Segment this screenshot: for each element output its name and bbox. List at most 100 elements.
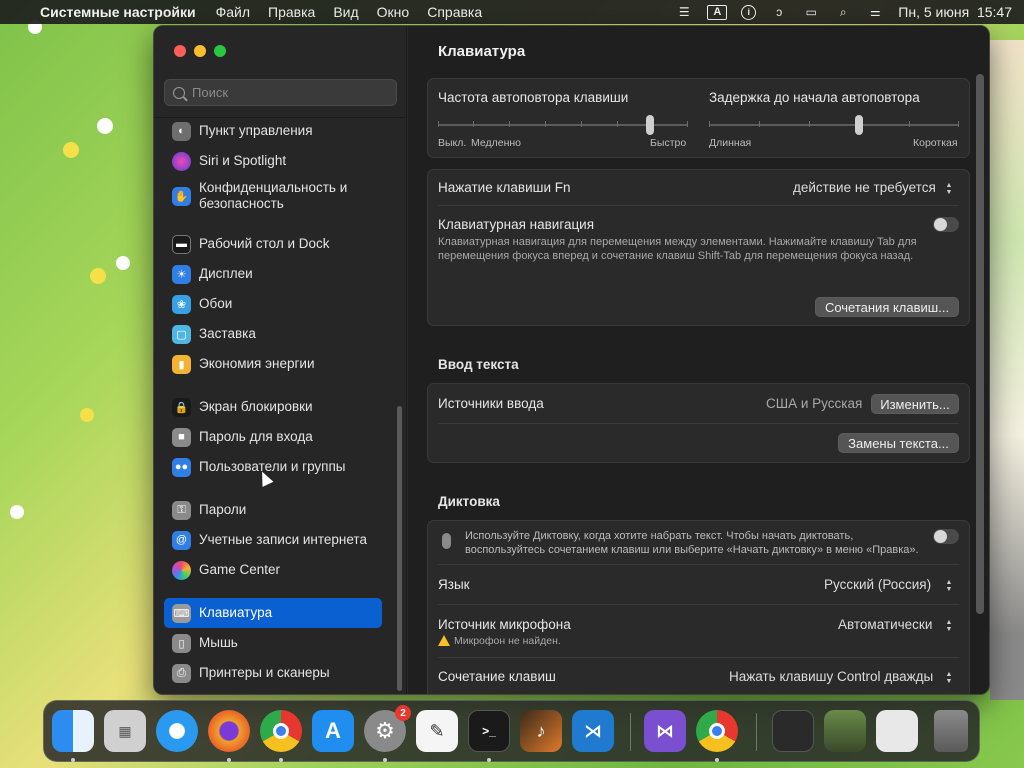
chevron-up-down-icon[interactable]: ▲ ▼ [944, 578, 954, 594]
sidebar-item-wallpaper[interactable]: ❀ Обои [164, 289, 382, 319]
input-sources-value: США и Русская [766, 396, 863, 411]
battery-icon: ▮ [172, 354, 191, 374]
menu-window[interactable]: Окно [377, 4, 410, 20]
safari-icon[interactable] [156, 710, 198, 752]
content-scrollbar[interactable] [976, 74, 984, 614]
sidebar-item-energy[interactable]: ▮ Экономия энергии [164, 349, 382, 379]
textedit-icon[interactable]: ✎ [416, 710, 458, 752]
vscode-icon[interactable]: ⋊ [572, 710, 614, 752]
stage-manager-icon[interactable]: ☰ [675, 5, 693, 19]
dock-separator [630, 713, 631, 751]
menu-app-name[interactable]: Системные настройки [40, 4, 196, 20]
chevron-up-down-icon[interactable]: ▲ ▼ [944, 670, 954, 686]
repeat-settings-panel: Частота автоповтора клавиши Выкл. Медлен… [427, 78, 970, 158]
input-source-icon[interactable]: A [707, 4, 728, 20]
dictation-language-popup[interactable]: Русский (Россия) [824, 577, 931, 592]
app-store-icon[interactable]: A [312, 710, 354, 752]
display-icon: ☀ [172, 264, 191, 284]
chevron-up-down-icon[interactable]: ▲ ▼ [944, 618, 954, 634]
control-center-menu-icon[interactable]: ⚌ [866, 5, 884, 19]
page-title: Клавиатура [438, 43, 526, 60]
sidebar-item-label: Принтеры и сканеры [199, 665, 330, 680]
sidebar-item-login-password[interactable]: ■ Пароль для входа [164, 422, 382, 452]
sidebar-item-control-center[interactable]: ◐ Пункт управления [164, 116, 382, 146]
chrome-icon[interactable] [696, 710, 738, 752]
text-replacements-button[interactable]: Замены текста... [838, 433, 959, 453]
garageband-icon[interactable]: ♪ [520, 710, 562, 752]
minimized-window-thumbnail[interactable] [876, 710, 918, 752]
notification-badge: 2 [395, 705, 411, 721]
sidebar-scrollbar[interactable] [397, 406, 402, 691]
launchpad-icon[interactable]: ▦ [104, 710, 146, 752]
sidebar-item-printers[interactable]: ⎙ Принтеры и сканеры [164, 658, 382, 688]
sidebar-item-label: Заставка [199, 326, 256, 341]
row-divider [438, 657, 959, 658]
row-divider [438, 205, 959, 206]
menu-help[interactable]: Справка [427, 4, 482, 20]
repeat-delay-slider-knob[interactable] [855, 115, 863, 135]
terminal-icon[interactable]: >_ [468, 710, 510, 752]
minimize-button[interactable] [194, 45, 206, 57]
chrome-icon[interactable] [260, 710, 302, 752]
search-input[interactable] [192, 85, 382, 100]
row-divider [438, 604, 959, 605]
sidebar-item-passwords[interactable]: ⚿ Пароли [164, 495, 382, 525]
menu-bar: Системные настройки Файл Правка Вид Окно… [0, 0, 1024, 24]
sidebar-item-lock-screen[interactable]: 🔒 Экран блокировки [164, 392, 382, 422]
chevron-up-down-icon[interactable]: ▲ ▼ [944, 181, 954, 197]
screen-mirroring-icon[interactable]: ▭ [802, 5, 820, 19]
finder-icon[interactable] [52, 710, 94, 752]
spotlight-search-icon[interactable]: ⌕ [834, 5, 852, 19]
minimized-window-thumbnail[interactable] [824, 710, 866, 752]
key-repeat-slider-knob[interactable] [646, 115, 654, 135]
sidebar-item-label: Дисплеи [199, 266, 253, 281]
running-indicator [383, 758, 387, 762]
trash-icon[interactable] [934, 710, 968, 752]
sidebar-item-label: Пользователи и группы [199, 459, 346, 474]
close-button[interactable] [174, 45, 186, 57]
edit-input-sources-button[interactable]: Изменить... [871, 394, 959, 414]
fn-key-label: Нажатие клавиши Fn [438, 180, 571, 195]
sidebar-item-game-center[interactable]: Game Center [164, 555, 382, 585]
siri-icon [172, 151, 191, 171]
keyboard-navigation-toggle[interactable] [933, 217, 959, 232]
accessibility-icon[interactable]: i [741, 4, 757, 20]
hearing-icon[interactable]: ↄ [770, 5, 788, 19]
sidebar-item-privacy[interactable]: ✋ Конфиденциальность и безопасность [164, 178, 382, 214]
menu-clock[interactable]: Пн, 5 июня 15:47 [898, 4, 1012, 20]
sidebar-item-label: Экономия энергии [199, 356, 315, 371]
sidebar-item-label: Рабочий стол и Dock [199, 236, 330, 251]
system-settings-window: ◐ Пункт управления Siri и Spotlight ✋ Ко… [153, 25, 990, 695]
text-input-panel: Источники ввода США и Русская Изменить..… [427, 383, 970, 463]
sidebar-item-siri-spotlight[interactable]: Siri и Spotlight [164, 146, 382, 176]
sidebar-item-desktop-dock[interactable]: ▬ Рабочий стол и Dock [164, 229, 382, 259]
sidebar-item-displays[interactable]: ☀ Дисплеи [164, 259, 382, 289]
fn-key-popup[interactable]: действие не требуется [793, 180, 936, 195]
sidebar-item-keyboard[interactable]: ⌨ Клавиатура [164, 598, 382, 628]
sidebar-item-users-groups[interactable]: ●● Пользователи и группы [164, 452, 382, 482]
zoom-button[interactable] [214, 45, 226, 57]
visual-studio-icon[interactable]: ⋈ [644, 710, 686, 752]
desktop-dock-icon: ▬ [172, 234, 191, 254]
menu-edit[interactable]: Правка [268, 4, 315, 20]
dictation-panel: Используйте Диктовку, когда хотите набра… [427, 520, 970, 694]
sidebar-item-mouse[interactable]: ▯ Мышь [164, 628, 382, 658]
firefox-icon[interactable] [208, 710, 250, 752]
menu-file[interactable]: Файл [216, 4, 250, 20]
keyboard-shortcuts-button[interactable]: Сочетания клавиш... [815, 297, 959, 317]
dictation-shortcut-popup[interactable]: Нажать клавишу Control дважды [729, 669, 933, 684]
sidebar-item-label: Конфиденциальность и безопасность [199, 180, 348, 211]
slider-tick [438, 121, 439, 127]
microphone-source-popup[interactable]: Автоматически [838, 617, 932, 632]
key-repeat-slow-label: Медленно [471, 137, 522, 149]
slider-tick [581, 121, 582, 127]
menu-view[interactable]: Вид [333, 4, 358, 20]
sidebar-search[interactable] [164, 79, 397, 106]
running-indicator [715, 758, 719, 762]
sidebar-item-screensaver[interactable]: ▢ Заставка [164, 319, 382, 349]
sidebar-item-internet-accounts[interactable]: @ Учетные записи интернета [164, 525, 382, 555]
dictation-toggle[interactable] [933, 529, 959, 544]
minimized-window-thumbnail[interactable] [772, 710, 814, 752]
sidebar-item-label: Пароль для входа [199, 429, 313, 444]
system-settings-icon[interactable]: ⚙ 2 [364, 705, 411, 752]
